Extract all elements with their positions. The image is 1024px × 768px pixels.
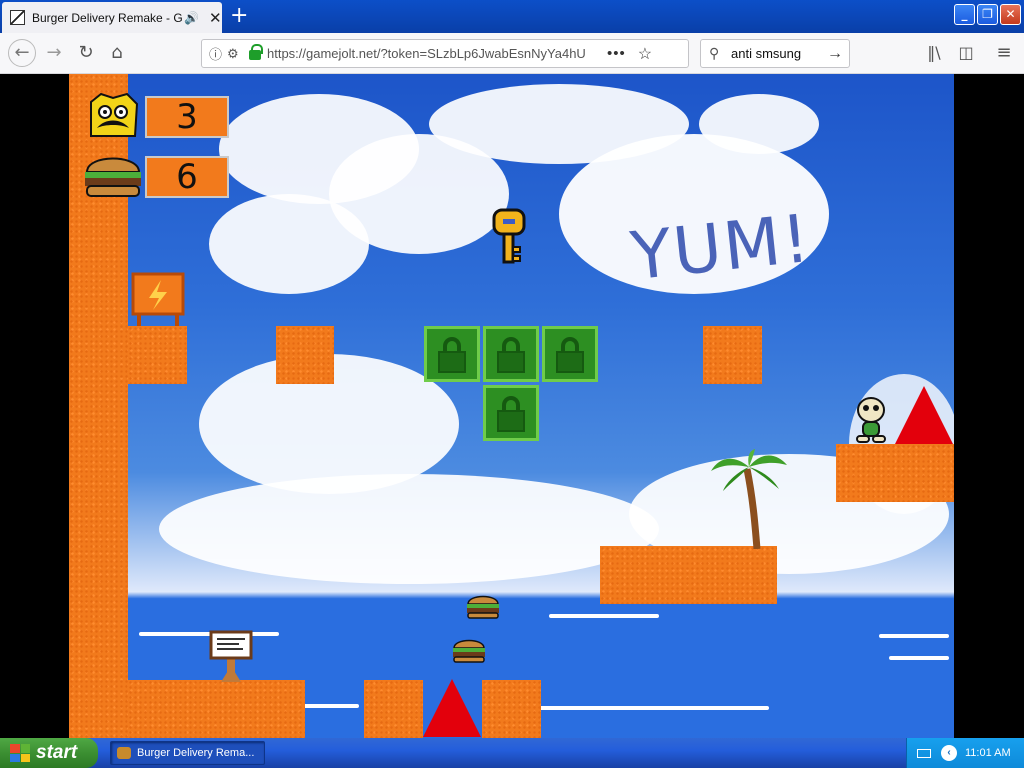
active-tab[interactable]: Burger Delivery Remake - Gam 🔊 ✕ <box>2 2 222 33</box>
home-button[interactable]: ⌂ <box>105 41 129 65</box>
start-label: start <box>36 742 78 763</box>
key-icon <box>492 208 526 264</box>
lock-body <box>556 351 584 373</box>
platform-block <box>703 326 762 384</box>
search-bar[interactable]: ⚲ anti smsung → <box>700 39 850 68</box>
tab-title: Burger Delivery Remake - Gam <box>32 10 182 25</box>
bookmark-star-icon[interactable]: ☆ <box>638 44 652 64</box>
back-button[interactable]: ← <box>8 39 36 67</box>
permissions-icon[interactable]: ⚙ <box>227 46 245 62</box>
lock-body <box>497 410 525 432</box>
lock-block <box>483 326 539 382</box>
clock[interactable]: 11:01 AM <box>965 747 1011 759</box>
address-bar[interactable]: ⓘ ⚙ https://gamejolt.net/?token=SLzbLp6J… <box>201 39 689 68</box>
goal-sign-icon <box>131 272 185 326</box>
burger-counter: 6 <box>145 156 229 198</box>
windows-logo-icon <box>10 744 30 762</box>
hamburger-menu-button[interactable]: ≡ <box>992 41 1016 65</box>
floor-block <box>364 680 423 738</box>
floor-block <box>128 680 305 738</box>
search-input[interactable]: anti smsung <box>731 46 827 61</box>
maximize-button[interactable]: ❐ <box>977 4 998 25</box>
page-actions-button[interactable]: ••• <box>607 45 626 62</box>
lock-block <box>483 385 539 441</box>
speaker-icon[interactable]: 🔊 <box>184 11 199 25</box>
search-go-icon[interactable]: → <box>827 45 843 63</box>
burger-app-icon <box>117 747 131 759</box>
wave <box>889 656 949 660</box>
navigation-toolbar: ← → ↻ ⌂ ⓘ ⚙ https://gamejolt.net/?token=… <box>0 33 1024 74</box>
palm-tree-icon <box>711 449 787 549</box>
gamejolt-favicon-icon <box>10 10 25 25</box>
forward-button[interactable]: → <box>42 41 66 65</box>
tab-strip: Burger Delivery Remake - Gam 🔊 ✕ + _ ❐ ✕ <box>0 0 1024 33</box>
taskbar-item-label: Burger Delivery Rema... <box>137 747 255 759</box>
burger-icon <box>467 595 499 619</box>
player-face-icon <box>90 92 139 137</box>
lock-block <box>424 326 480 382</box>
burger-icon <box>453 639 485 663</box>
taskbar: start Burger Delivery Rema... ‹ 11:01 AM <box>0 738 1024 768</box>
search-icon: ⚲ <box>709 45 720 61</box>
keyboard-icon[interactable] <box>917 748 931 758</box>
lock-body <box>497 351 525 373</box>
floor-block <box>482 680 541 738</box>
platform-block <box>276 326 334 384</box>
cloud <box>159 474 659 584</box>
wave <box>879 634 949 638</box>
sidebar-toggle-button[interactable]: ◫ <box>954 41 978 65</box>
customer-icon <box>856 397 886 443</box>
secure-lock-icon <box>249 44 263 60</box>
platform-block <box>128 326 187 384</box>
library-button[interactable]: ‖\ <box>922 41 946 65</box>
game-canvas[interactable]: YUM! 3 6 <box>69 74 954 738</box>
info-icon[interactable]: ⓘ <box>209 44 227 63</box>
cloud <box>209 194 369 294</box>
system-tray: ‹ 11:01 AM <box>906 738 1024 768</box>
signpost-icon <box>209 630 253 682</box>
new-tab-button[interactable]: + <box>230 3 248 29</box>
cloud <box>699 94 819 154</box>
wave <box>539 706 769 710</box>
start-button[interactable]: start <box>0 738 98 768</box>
url-text[interactable]: https://gamejolt.net/?token=SLzbLp6JwabE… <box>267 46 595 61</box>
lock-body <box>438 351 466 373</box>
lives-counter: 3 <box>145 96 229 138</box>
taskbar-item-browser[interactable]: Burger Delivery Rema... <box>110 741 265 765</box>
wave <box>299 704 359 708</box>
wave <box>549 614 659 618</box>
minimize-button[interactable]: _ <box>954 4 975 25</box>
spike-icon <box>423 679 481 737</box>
reload-button[interactable]: ↻ <box>74 41 98 65</box>
island-block <box>600 546 777 604</box>
lock-block <box>542 326 598 382</box>
burger-icon <box>85 157 141 197</box>
platform-block <box>836 444 954 502</box>
spike-icon <box>895 386 953 444</box>
close-window-button[interactable]: ✕ <box>1000 4 1021 25</box>
tab-close-icon[interactable]: ✕ <box>209 9 222 27</box>
show-hidden-icons-icon[interactable]: ‹ <box>941 745 957 761</box>
